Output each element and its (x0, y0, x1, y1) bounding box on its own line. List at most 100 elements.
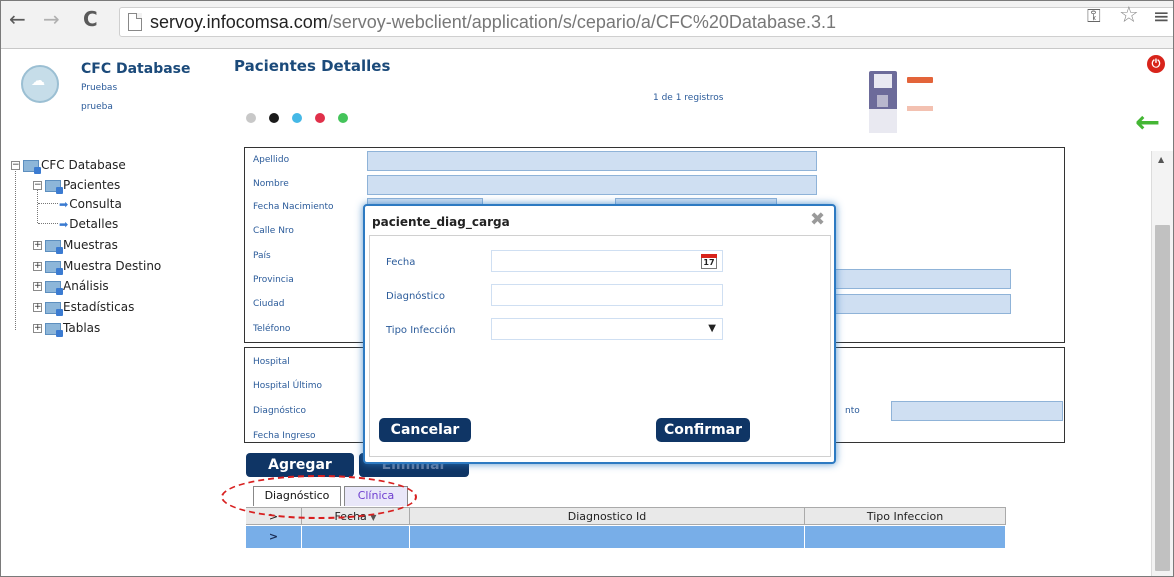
diagnostico-field[interactable] (491, 284, 723, 306)
tree-item-label: Muestras (63, 238, 118, 252)
diagnostico-date-field[interactable] (891, 401, 1063, 421)
label-fecha-nacimiento: Fecha Nacimiento (253, 202, 334, 212)
folder-icon (45, 322, 63, 337)
label-apellido: Apellido (253, 155, 290, 165)
cancel-button[interactable]: Cancelar (379, 418, 471, 442)
dot-blue[interactable] (292, 113, 302, 123)
label-ciudad: Ciudad (253, 299, 285, 309)
provincia-field[interactable] (831, 269, 1011, 289)
address-bar[interactable]: servoy.infocomsa.com/servoy-webclient/ap… (119, 7, 1173, 37)
page: ← → C servoy.infocomsa.com/servoy-webcli… (0, 0, 1174, 577)
folder-icon (45, 239, 63, 254)
save-icon-shutter (877, 95, 888, 107)
tree-item-root[interactable]: − CFC Database (11, 156, 126, 174)
tree-line (37, 189, 38, 223)
tree-item-label: CFC Database (41, 158, 126, 172)
tipo-infeccion-select[interactable]: ▼ (491, 318, 723, 340)
confirm-button[interactable]: Confirmar (656, 418, 750, 442)
dot-green[interactable] (338, 113, 348, 123)
expand-icon[interactable]: + (33, 262, 42, 271)
url-host: servoy.infocomsa.com (150, 12, 328, 32)
menu-icon[interactable]: ≡ (1153, 4, 1170, 28)
close-icon[interactable]: ✖ (810, 209, 825, 230)
annotation-ellipse (221, 475, 417, 519)
key-icon[interactable]: ⚿ (1087, 6, 1101, 27)
tree-line (15, 168, 16, 330)
cloud-icon: ☁ (31, 73, 45, 89)
tree-item-consulta[interactable]: ➡Consulta (59, 195, 122, 213)
expand-icon[interactable]: + (33, 241, 42, 250)
table-cell (410, 526, 805, 548)
page-title: Pacientes Detalles (234, 57, 391, 75)
label-fragment: nto (845, 406, 860, 416)
folder-icon (45, 280, 63, 295)
tree-item-label: Análisis (63, 279, 109, 293)
app-title: CFC Database (81, 61, 191, 77)
grid-header-diagnostico-id[interactable]: Diagnostico Id (410, 508, 805, 525)
reload-icon[interactable]: C (83, 7, 98, 31)
delete-record-icon[interactable] (907, 77, 933, 83)
fecha-field[interactable]: 17 (491, 250, 723, 272)
label-hospital: Hospital (253, 357, 290, 367)
save-icon[interactable] (869, 71, 897, 111)
label-hospital-ultimo: Hospital Último (253, 381, 322, 391)
table-row[interactable]: > (246, 526, 1006, 548)
dropdown-arrow-icon[interactable]: ▼ (708, 323, 716, 334)
browser-toolbar: ← → C servoy.infocomsa.com/servoy-webcli… (1, 1, 1173, 49)
label-fecha-ingreso: Fecha Ingreso (253, 431, 316, 441)
tree-item-label: Muestra Destino (63, 259, 162, 273)
subtitle-2: prueba (81, 102, 113, 112)
scroll-up-icon[interactable]: ▲ (1158, 155, 1164, 164)
label-telefono: Teléfono (253, 324, 291, 334)
power-icon[interactable]: ⏻ (1147, 55, 1165, 73)
diagnostico-label: Diagnóstico (386, 291, 445, 302)
star-icon[interactable]: ☆ (1119, 3, 1139, 28)
tree-item-detalles[interactable]: ➡Detalles (59, 215, 118, 233)
apellido-field[interactable] (367, 151, 817, 171)
save-icon-label (874, 74, 892, 88)
back-icon[interactable]: ← (9, 7, 26, 31)
grid-header-tipo-infeccion[interactable]: Tipo Infeccion (805, 508, 1006, 525)
dialog-title: paciente_diag_carga (372, 215, 510, 229)
expand-icon[interactable]: + (33, 282, 42, 291)
dot-black[interactable] (269, 113, 279, 123)
nombre-field[interactable] (367, 175, 817, 195)
calendar-icon[interactable]: 17 (701, 254, 717, 269)
scroll-thumb[interactable] (1155, 225, 1170, 571)
calendar-day: 17 (703, 258, 715, 267)
tree-item-label: Tablas (63, 321, 101, 335)
tree-item-label: Consulta (69, 197, 122, 211)
records-counter: 1 de 1 registros (653, 93, 724, 103)
tree-item-label: Estadísticas (63, 300, 135, 314)
back-arrow-icon[interactable]: ← (1135, 105, 1160, 140)
folder-icon (23, 159, 41, 174)
agregar-button[interactable]: Agregar (246, 453, 354, 477)
label-provincia: Provincia (253, 275, 294, 285)
dot-gray[interactable] (246, 113, 256, 123)
folder-icon (45, 179, 63, 194)
tree-line (38, 203, 58, 204)
vertical-scrollbar[interactable]: ▲ (1151, 151, 1173, 576)
arrow-right-icon: ➡ (59, 218, 69, 231)
collapse-icon[interactable]: − (33, 181, 42, 190)
ciudad-field[interactable] (831, 294, 1011, 314)
forward-icon[interactable]: → (43, 7, 60, 31)
delete-ghost-icon (907, 106, 933, 111)
tree-item-estadisticas[interactable]: + Estadísticas (33, 298, 134, 316)
expand-icon[interactable]: + (33, 303, 42, 312)
save-ghost-icon (869, 109, 897, 133)
arrow-right-icon: ➡ (59, 198, 69, 211)
tree-item-tablas[interactable]: + Tablas (33, 319, 100, 337)
expand-icon[interactable]: + (33, 324, 42, 333)
collapse-icon[interactable]: − (11, 161, 20, 170)
url-text[interactable]: servoy.infocomsa.com/servoy-webclient/ap… (150, 12, 836, 33)
row-marker: > (246, 526, 302, 548)
tree-item-analisis[interactable]: + Análisis (33, 277, 109, 295)
tree-item-muestra-destino[interactable]: + Muestra Destino (33, 257, 161, 275)
tree-line (38, 223, 58, 224)
dot-red[interactable] (315, 113, 325, 123)
tree-item-pacientes[interactable]: − Pacientes (33, 176, 120, 194)
tree-item-muestras[interactable]: + Muestras (33, 236, 118, 254)
app-header: ☁ CFC Database Pruebas prueba Pacientes … (1, 49, 1173, 151)
table-cell (302, 526, 410, 548)
